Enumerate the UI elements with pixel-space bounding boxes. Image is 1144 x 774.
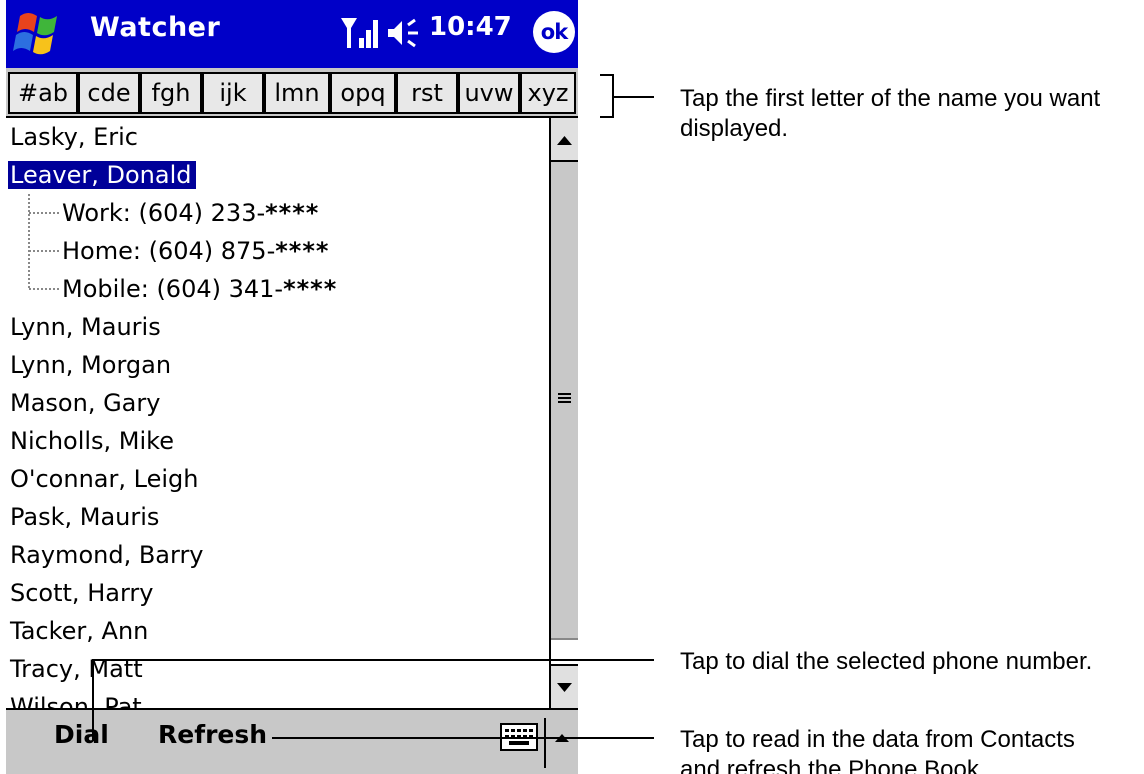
- contact-name: Raymond, Barry: [10, 541, 204, 569]
- contact-row[interactable]: Scott, Harry: [6, 574, 153, 612]
- ok-button[interactable]: ok: [533, 11, 575, 53]
- dial-button[interactable]: Dial: [54, 720, 109, 749]
- contact-row[interactable]: Lynn, Morgan: [6, 346, 171, 384]
- letter-tab-label: fgh: [151, 79, 191, 107]
- letter-tab-label: opq: [340, 79, 386, 107]
- letter-tab-bar: #ab cde fgh ijk lmn opq rst uvw xyz: [6, 68, 578, 118]
- scroll-thumb[interactable]: [551, 178, 578, 638]
- contact-row[interactable]: Wilson, Pat: [6, 688, 142, 708]
- contact-row[interactable]: O'connar, Leigh: [6, 460, 198, 498]
- letter-tab-label: xyz: [527, 79, 569, 107]
- refresh-button[interactable]: Refresh: [158, 720, 267, 749]
- scroll-up-button[interactable]: [551, 118, 578, 162]
- contact-name: Pask, Mauris: [10, 503, 160, 531]
- letter-tab-rst[interactable]: rst: [396, 72, 458, 114]
- letter-tab-label: uvw: [464, 79, 514, 107]
- contact-name: Lynn, Morgan: [10, 351, 172, 379]
- contact-row[interactable]: Mason, Gary: [6, 384, 160, 422]
- letter-tab-lmn[interactable]: lmn: [264, 72, 330, 114]
- contact-row[interactable]: Tracy, Matt: [6, 650, 143, 688]
- phone-number-home[interactable]: Home: (604) 875-****: [6, 232, 329, 270]
- app-title: Watcher: [90, 12, 221, 43]
- contact-list[interactable]: Lasky, Eric Leaver, Donald Work: (604) 2…: [6, 118, 549, 708]
- scroll-down-button[interactable]: [551, 664, 578, 708]
- phone-number-mobile[interactable]: Mobile: (604) 341-****: [6, 270, 337, 308]
- callout-line-refresh: [272, 737, 654, 739]
- signal-strength-icon[interactable]: [339, 14, 383, 52]
- contact-name: Wilson, Pat: [10, 693, 142, 708]
- letter-tab-fgh[interactable]: fgh: [140, 72, 202, 114]
- phone-mask: ****: [283, 275, 338, 303]
- letter-tab-label: ijk: [219, 79, 247, 107]
- down-arrow-icon: [557, 683, 572, 692]
- contact-row[interactable]: Nicholls, Mike: [6, 422, 174, 460]
- contact-row[interactable]: Lasky, Eric: [6, 118, 138, 156]
- letter-tab-label: cde: [87, 79, 131, 107]
- vertical-scrollbar[interactable]: [549, 118, 578, 708]
- callout-line-dial: [92, 659, 654, 661]
- bracket-bottom: [600, 116, 614, 118]
- phone-mask: ****: [265, 199, 320, 227]
- callout-letters: Tap the first letter of the name you wan…: [680, 85, 1101, 142]
- contact-name: Lynn, Mauris: [10, 313, 161, 341]
- title-bar: Watcher 10:47 ok: [6, 0, 578, 68]
- contact-row[interactable]: Tacker, Ann: [6, 612, 148, 650]
- letter-tab-ijk[interactable]: ijk: [202, 72, 264, 114]
- letter-tab-opq[interactable]: opq: [330, 72, 396, 114]
- letter-tab-uvw[interactable]: uvw: [458, 72, 520, 114]
- contact-name: Lasky, Eric: [10, 123, 138, 151]
- contact-row[interactable]: Raymond, Barry: [6, 536, 204, 574]
- contact-name: Leaver, Donald: [8, 161, 196, 189]
- up-arrow-icon: [557, 136, 572, 145]
- letter-tab-cde[interactable]: cde: [78, 72, 140, 114]
- contact-name: Tacker, Ann: [10, 617, 149, 645]
- phone-label: Work: (604) 233-: [62, 199, 266, 227]
- letter-tab-label: rst: [411, 79, 443, 107]
- phone-number-work[interactable]: Work: (604) 233-****: [6, 194, 319, 232]
- clock[interactable]: 10:47: [429, 12, 512, 42]
- letter-tab-ab[interactable]: #ab: [8, 72, 78, 114]
- letter-tab-label: lmn: [274, 79, 320, 107]
- phone-label: Mobile: (604) 341-: [62, 275, 284, 303]
- windows-flag-icon[interactable]: [10, 6, 70, 62]
- contact-row[interactable]: Pask, Mauris: [6, 498, 159, 536]
- contact-name: Nicholls, Mike: [10, 427, 174, 455]
- scroll-grip-icon: [551, 390, 578, 404]
- contact-name: Mason, Gary: [10, 389, 161, 417]
- menu-divider: [544, 718, 546, 768]
- callout-refresh: Tap to read in the data from Contacts an…: [680, 726, 1075, 774]
- phone-label: Home: (604) 875-: [62, 237, 276, 265]
- letter-tab-label: #ab: [17, 79, 69, 107]
- contact-row-selected[interactable]: Leaver, Donald: [6, 156, 196, 194]
- pocket-pc-screen: Watcher 10:47 ok #ab cde fgh ijk lmn opq…: [6, 0, 578, 774]
- callout-dial: Tap to dial the selected phone number.: [680, 648, 1093, 675]
- contact-name: O'connar, Leigh: [10, 465, 199, 493]
- speaker-icon[interactable]: [386, 16, 426, 50]
- callout-line-letters: [614, 96, 654, 98]
- letter-tab-xyz[interactable]: xyz: [520, 72, 576, 114]
- contact-row[interactable]: Lynn, Mauris: [6, 308, 161, 346]
- contact-name: Scott, Harry: [10, 579, 154, 607]
- callout-line-dial-drop: [92, 659, 94, 741]
- phone-mask: ****: [275, 237, 330, 265]
